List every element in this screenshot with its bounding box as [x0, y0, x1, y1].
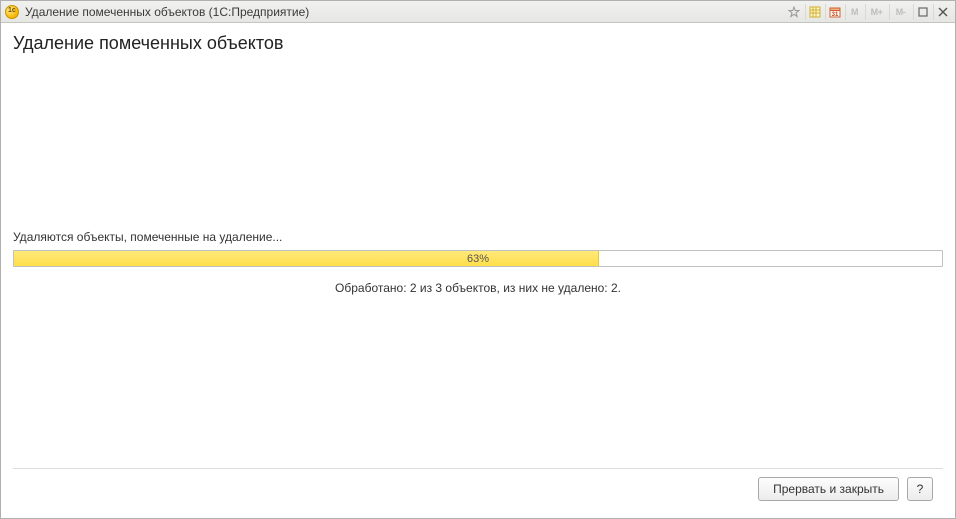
cancel-button[interactable]: Прервать и закрыть — [758, 477, 899, 501]
progress-detail: Обработано: 2 из 3 объектов, из них не у… — [13, 281, 943, 295]
svg-text:31: 31 — [831, 12, 838, 18]
window: Удаление помеченных объектов (1С:Предпри… — [0, 0, 956, 519]
progress-block: Удаляются объекты, помеченные на удалени… — [13, 230, 943, 295]
progress-label: Удаляются объекты, помеченные на удалени… — [13, 230, 943, 244]
m-minus-icon[interactable]: M- — [889, 4, 911, 20]
close-icon[interactable] — [933, 4, 951, 20]
calendar-icon[interactable]: 31 — [825, 4, 843, 20]
progress-bar: 63% — [13, 250, 943, 267]
content: Удаление помеченных объектов Удаляются о… — [1, 23, 955, 518]
titlebar: Удаление помеченных объектов (1С:Предпри… — [1, 1, 955, 23]
m-icon[interactable]: M — [845, 4, 863, 20]
m-plus-icon[interactable]: M+ — [865, 4, 887, 20]
help-button[interactable]: ? — [907, 477, 933, 501]
footer: Прервать и закрыть ? — [13, 468, 943, 508]
progress-percent: 63% — [14, 251, 942, 266]
page-title: Удаление помеченных объектов — [13, 33, 943, 54]
grid-icon[interactable] — [805, 4, 823, 20]
window-title: Удаление помеченных объектов (1С:Предпри… — [25, 5, 309, 19]
app-icon — [5, 5, 19, 19]
favorite-icon[interactable] — [785, 4, 803, 20]
maximize-icon[interactable] — [913, 4, 931, 20]
titlebar-icons: 31 M M+ M- — [785, 4, 951, 20]
